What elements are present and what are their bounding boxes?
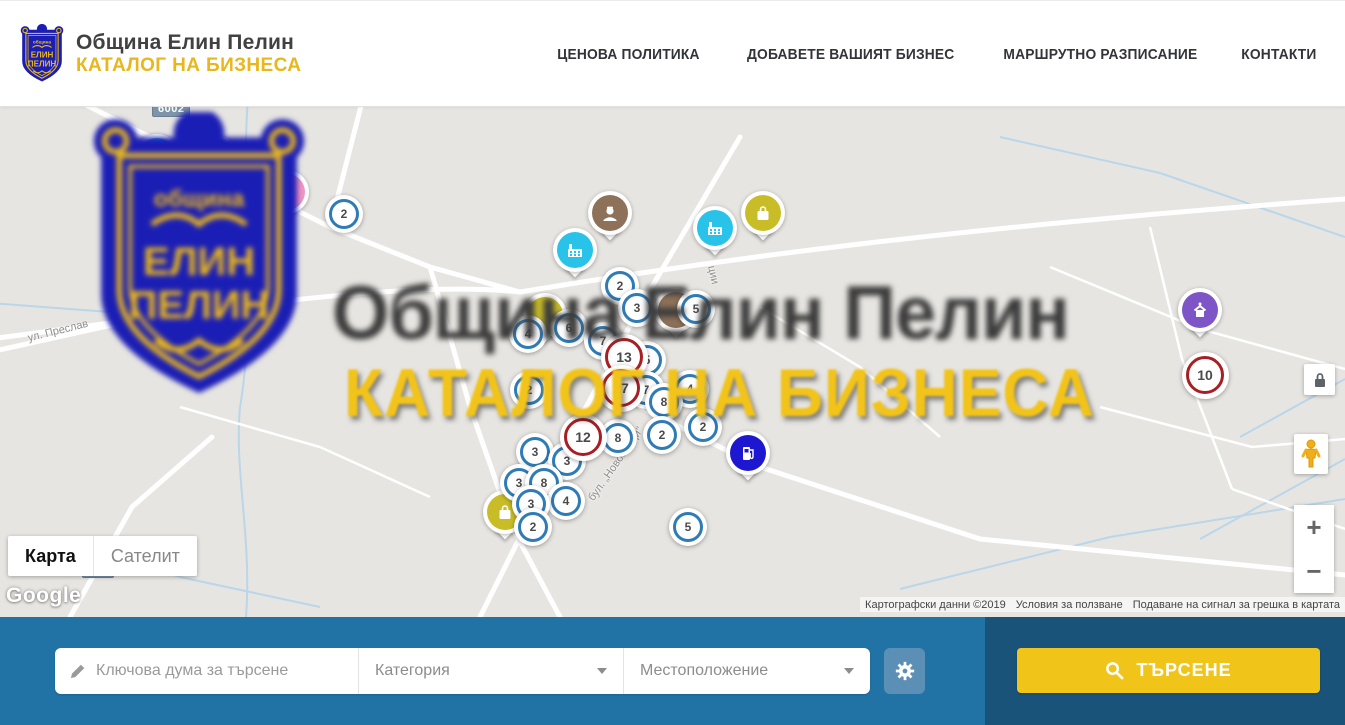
cluster-count: 2 (175, 167, 205, 197)
map-cluster-marker[interactable]: 4 (547, 482, 585, 520)
main-nav: ЦЕНОВА ПОЛИТИКА ДОБАВЕТЕ ВАШИЯТ БИЗНЕС М… (551, 1, 1320, 108)
factory-icon (148, 147, 166, 165)
map-attribution: Картографски данни ©2019 Условия за полз… (860, 597, 1345, 612)
map-pin-fuel-marker[interactable] (726, 431, 770, 475)
map-cluster-marker[interactable]: 2 (171, 163, 209, 201)
search-button[interactable]: ТЪРСЕНЕ (1017, 648, 1320, 693)
advanced-settings-button[interactable] (884, 648, 925, 694)
attribution-terms-link[interactable]: Условия за ползване (1011, 599, 1128, 611)
map-pin-factory-marker[interactable] (135, 134, 179, 178)
map-cluster-marker[interactable]: 12 (560, 414, 607, 461)
worker-icon (601, 204, 619, 222)
category-dropdown-label: Категория (375, 662, 450, 680)
search-button-label: ТЪРСЕНЕ (1136, 660, 1231, 681)
crest-name1-text: ЕЛИН (31, 50, 54, 59)
cluster-count: 8 (649, 387, 679, 417)
map-cluster-marker[interactable]: 12 (243, 152, 290, 199)
map-cluster-marker[interactable]: 4 (509, 315, 547, 353)
map-type-map-button[interactable]: Карта (8, 536, 93, 576)
map-pin-bag-marker[interactable] (741, 191, 785, 235)
zoom-in-button[interactable]: + (1294, 505, 1334, 549)
chevron-down-icon (597, 668, 607, 674)
cluster-count: 2 (514, 375, 544, 405)
nav-route-schedule-link[interactable]: МАРШРУТНО РАЗПИСАНИЕ (1004, 46, 1198, 63)
street-view-pegman[interactable] (1294, 434, 1328, 474)
map-pin-factory-marker[interactable] (693, 206, 737, 250)
attribution-report-error-link[interactable]: Подаване на сигнал за грешка в картата (1128, 599, 1345, 611)
cluster-count: 3 (520, 437, 550, 467)
cluster-count: 4 (513, 319, 543, 349)
factory-icon (566, 241, 584, 259)
cluster-count: 10 (1186, 356, 1224, 394)
map-cluster-marker[interactable]: 5 (677, 290, 715, 328)
cluster-count: 2 (688, 412, 718, 442)
map-cluster-marker[interactable]: 6 (550, 309, 588, 347)
pin-circle (135, 134, 179, 178)
pin-circle (726, 431, 770, 475)
keyword-field[interactable] (55, 648, 358, 694)
church-icon (1191, 301, 1209, 319)
category-dropdown[interactable]: Категория (358, 648, 623, 694)
header: община ЕЛИН ПЕЛИН Община Елин Пелин КАТА… (0, 0, 1345, 107)
pin-circle (1178, 288, 1222, 332)
pencil-icon (69, 663, 86, 680)
cluster-count: 2 (647, 420, 677, 450)
bag-icon (754, 204, 772, 222)
cluster-count: 5 (673, 512, 703, 542)
lock-icon (1313, 372, 1327, 388)
cluster-count: 8 (603, 423, 633, 453)
factory-icon (706, 219, 724, 237)
map-cluster-marker[interactable]: 3 (618, 289, 656, 327)
cluster-count: 12 (247, 156, 285, 194)
pin-circle (741, 191, 785, 235)
site-logo[interactable]: община ЕЛИН ПЕЛИН Община Елин Пелин КАТА… (20, 24, 301, 84)
brand-subtitle: КАТАЛОГ НА БИЗНЕСА (76, 55, 301, 77)
map-cluster-marker[interactable]: 5 (669, 508, 707, 546)
map-cluster-marker[interactable]: 2 (684, 408, 722, 446)
map-cluster-marker[interactable]: 10 (1182, 352, 1229, 399)
nav-add-business-link[interactable]: ДОБАВЕТЕ ВАШИЯТ БИЗНЕС (747, 46, 954, 63)
cluster-count: 3 (622, 293, 652, 323)
cluster-count: 27 (602, 369, 640, 407)
location-dropdown-label: Местоположение (640, 662, 768, 680)
google-logo[interactable]: Google (6, 584, 81, 608)
chevron-down-icon (844, 668, 854, 674)
nav-pricing-link[interactable]: ЦЕНОВА ПОЛИТИКА (557, 46, 699, 63)
cluster-count: 6 (554, 313, 584, 343)
cluster-count: 4 (551, 486, 581, 516)
map-cluster-marker[interactable]: 2 (510, 371, 548, 409)
location-dropdown[interactable]: Местоположение (623, 648, 870, 694)
map-pin-church-marker[interactable] (1178, 288, 1222, 332)
nav-contacts-link[interactable]: КОНТАКТИ (1241, 46, 1316, 63)
pin-circle (588, 191, 632, 235)
gear-icon (894, 660, 916, 682)
map-cluster-marker[interactable]: 27 (598, 365, 645, 412)
keyword-input[interactable] (96, 662, 348, 680)
cluster-count: 2 (518, 512, 548, 542)
map-type-satellite-button[interactable]: Сателит (93, 536, 197, 576)
pin-circle (693, 206, 737, 250)
map-cluster-marker[interactable]: 2 (643, 416, 681, 454)
map-cluster-marker[interactable]: 2 (514, 508, 552, 546)
fuel-icon (739, 444, 757, 462)
map-canvas[interactable]: 6002105ул. Преславбул. „Новоселци"ции 32… (0, 107, 1345, 617)
cluster-count: 2 (329, 199, 359, 229)
brand-title: Община Елин Пелин (76, 31, 301, 55)
zoom-control: + − (1294, 505, 1334, 593)
map-type-control: Карта Сателит (8, 536, 197, 576)
attribution-copyright: Картографски данни ©2019 (860, 599, 1011, 611)
map-cluster-marker[interactable]: 2 (325, 195, 363, 233)
cluster-count: 12 (564, 418, 602, 456)
zoom-out-button[interactable]: − (1294, 549, 1334, 593)
map-pin-worker-marker[interactable] (588, 191, 632, 235)
fullscreen-lock-button[interactable] (1304, 364, 1335, 395)
municipality-crest-icon: община ЕЛИН ПЕЛИН (20, 24, 64, 84)
road-number-badge: 6002 (152, 107, 190, 117)
pegman-icon (1301, 439, 1321, 469)
search-panel: Категория Местоположение (0, 617, 1345, 725)
search-fields: Категория Местоположение (55, 648, 870, 694)
cluster-count: 5 (681, 294, 711, 324)
crest-name2-text: ПЕЛИН (28, 59, 57, 68)
search-icon (1105, 661, 1124, 680)
